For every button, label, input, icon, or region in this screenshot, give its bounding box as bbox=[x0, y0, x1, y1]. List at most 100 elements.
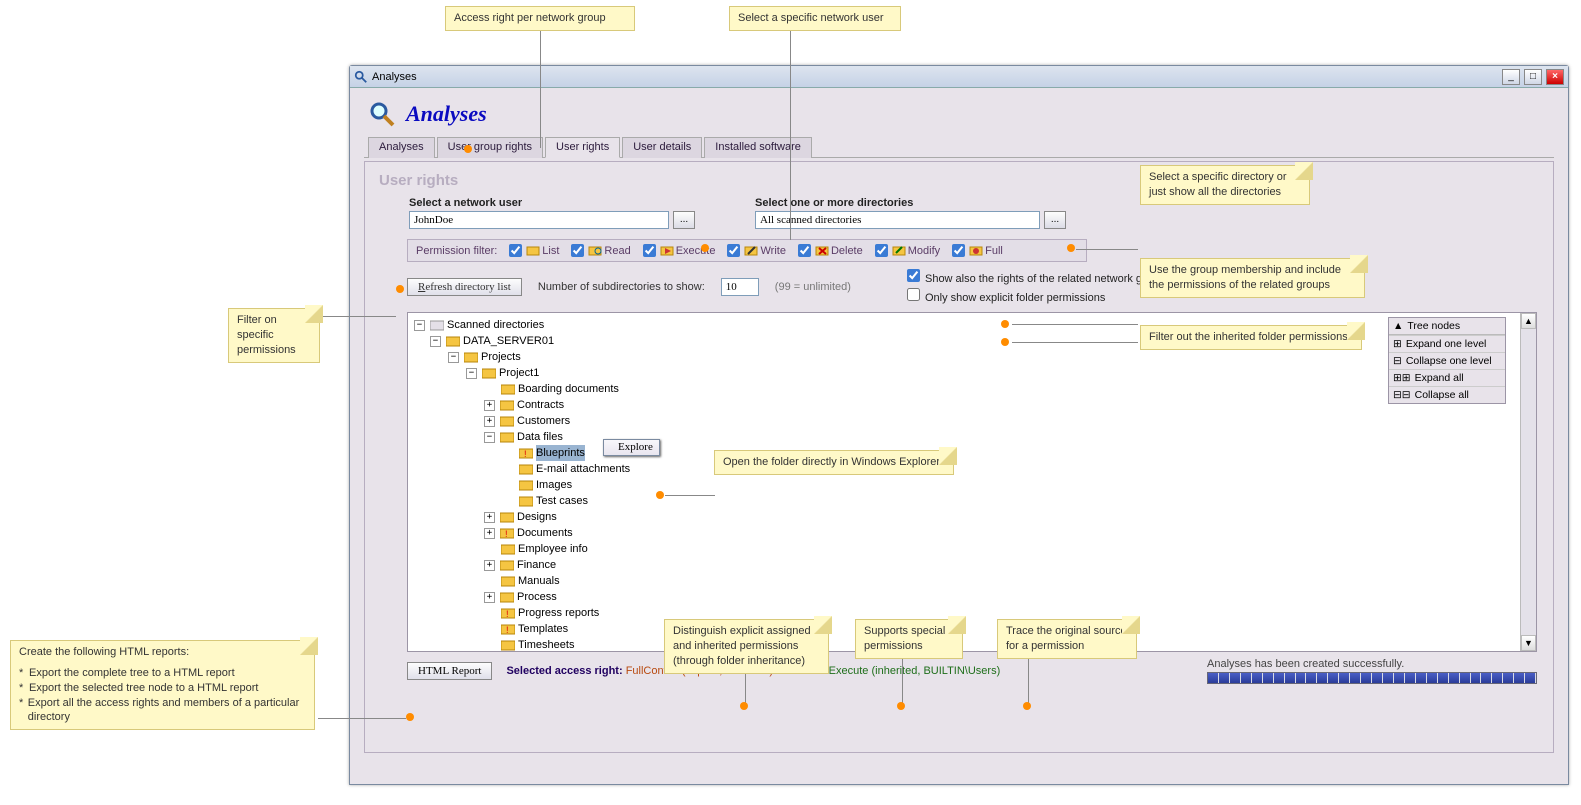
modify-icon bbox=[892, 244, 906, 257]
scroll-up-icon[interactable]: ▲ bbox=[1521, 313, 1536, 329]
tree-node-label[interactable]: Customers bbox=[517, 413, 570, 429]
expand-toggle[interactable]: − bbox=[484, 432, 495, 443]
browse-dirs-button[interactable]: ... bbox=[1044, 211, 1066, 229]
tab-user-rights[interactable]: User rights bbox=[545, 137, 620, 158]
expand-toggle[interactable]: + bbox=[484, 400, 495, 411]
directories-input[interactable] bbox=[755, 211, 1040, 229]
perm-list[interactable]: List bbox=[509, 244, 559, 257]
perm-delete[interactable]: Delete bbox=[798, 244, 863, 257]
expand-toggle[interactable]: + bbox=[484, 512, 495, 523]
folder-warn-icon: ! bbox=[501, 623, 515, 635]
tab-user-details[interactable]: User details bbox=[622, 137, 702, 158]
svg-text:!: ! bbox=[506, 609, 509, 619]
folder-icon bbox=[500, 415, 514, 427]
folder-icon bbox=[482, 367, 496, 379]
expand-one-level[interactable]: ⊞Expand one level bbox=[1389, 335, 1505, 352]
tree-node-label[interactable]: Templates bbox=[518, 621, 568, 637]
browse-user-button[interactable]: ... bbox=[673, 211, 695, 229]
tree-node-label[interactable]: E-mail attachments bbox=[536, 461, 630, 477]
svg-text:!: ! bbox=[505, 529, 508, 539]
folder-icon bbox=[446, 335, 460, 347]
progress-bar bbox=[1207, 672, 1537, 684]
callout-select-user: Select a specific network user bbox=[729, 6, 901, 31]
tree-node-label[interactable]: Project1 bbox=[499, 365, 539, 381]
marker bbox=[656, 491, 664, 499]
titlebar[interactable]: Analyses _ □ × bbox=[350, 66, 1568, 88]
folder-warn-icon: ! bbox=[501, 607, 515, 619]
tab-installed-software[interactable]: Installed software bbox=[704, 137, 812, 158]
expand-toggle[interactable]: + bbox=[484, 528, 495, 539]
tree-node-label[interactable]: Boarding documents bbox=[518, 381, 619, 397]
svg-text:!: ! bbox=[524, 449, 527, 459]
network-user-input[interactable] bbox=[409, 211, 669, 229]
tree-node-label[interactable]: Images bbox=[536, 477, 572, 493]
perm-write[interactable]: Write bbox=[727, 244, 785, 257]
folder-icon bbox=[519, 495, 533, 507]
expand-all[interactable]: ⊞⊞Expand all bbox=[1389, 369, 1505, 386]
tree-node-selected[interactable]: Blueprints bbox=[536, 445, 585, 461]
tree-node-label[interactable]: Employee info bbox=[518, 541, 588, 557]
chk-related-groups[interactable]: Show also the rights of the related netw… bbox=[907, 269, 1170, 285]
folder-warn-icon: ! bbox=[519, 447, 533, 459]
marker bbox=[701, 244, 709, 252]
scroll-down-icon[interactable]: ▼ bbox=[1521, 635, 1536, 651]
tree-node-label[interactable]: Designs bbox=[517, 509, 557, 525]
tree-node-label[interactable]: Scanned directories bbox=[447, 317, 544, 333]
expand-toggle[interactable]: + bbox=[484, 592, 495, 603]
tab-user-group-rights[interactable]: User group rights bbox=[437, 137, 543, 158]
subdirs-input[interactable] bbox=[721, 278, 759, 296]
marker bbox=[1001, 338, 1009, 346]
tab-strip: Analyses User group rights User rights U… bbox=[364, 136, 1554, 158]
expand-toggle[interactable]: − bbox=[466, 368, 477, 379]
folder-icon bbox=[501, 383, 515, 395]
tree-node-label[interactable]: Finance bbox=[517, 557, 556, 573]
expand-toggle[interactable]: + bbox=[484, 416, 495, 427]
callout-group-rights: Access right per network group bbox=[445, 6, 635, 31]
callout-filter-inherited: Filter out the inherited folder permissi… bbox=[1140, 325, 1362, 350]
html-report-button[interactable]: HTML Report bbox=[407, 662, 492, 680]
tree-node-label[interactable]: DATA_SERVER01 bbox=[463, 333, 554, 349]
expand-toggle[interactable]: + bbox=[484, 560, 495, 571]
tree-node-label[interactable]: Test cases bbox=[536, 493, 588, 509]
tree-node-label[interactable]: Contracts bbox=[517, 397, 564, 413]
magnifier-icon bbox=[368, 100, 396, 128]
callout-group-membership: Use the group membership and include the… bbox=[1140, 258, 1365, 298]
scrollbar[interactable]: ▲ ▼ bbox=[1520, 313, 1536, 651]
perm-modify[interactable]: Modify bbox=[875, 244, 940, 257]
marker bbox=[396, 285, 404, 293]
collapse-one-level[interactable]: ⊟Collapse one level bbox=[1389, 352, 1505, 369]
tree-node-label[interactable]: Progress reports bbox=[518, 605, 599, 621]
directory-tree[interactable]: −Scanned directories −DATA_SERVER01 −Pro… bbox=[407, 312, 1537, 652]
context-menu-explore[interactable]: Explore bbox=[603, 439, 660, 456]
collapse-all[interactable]: ⊟⊟Collapse all bbox=[1389, 386, 1505, 403]
permission-filter-bar: Permission filter: List Read Execute Wri… bbox=[407, 239, 1087, 262]
folder-icon bbox=[500, 559, 514, 571]
expand-toggle[interactable]: − bbox=[414, 320, 425, 331]
refresh-button[interactable]: RRefresh directory listefresh directory … bbox=[407, 278, 522, 296]
close-button[interactable]: × bbox=[1546, 69, 1564, 85]
tree-node-label[interactable]: Process bbox=[517, 589, 557, 605]
expand-toggle[interactable]: − bbox=[448, 352, 459, 363]
marker bbox=[1001, 320, 1009, 328]
chk-explicit-only[interactable]: Only show explicit folder permissions bbox=[907, 288, 1170, 304]
perm-read[interactable]: Read bbox=[571, 244, 630, 257]
tree-node-label[interactable]: Data files bbox=[517, 429, 563, 445]
maximize-button[interactable]: □ bbox=[1524, 69, 1542, 85]
tree-node-label[interactable]: Projects bbox=[481, 349, 521, 365]
read-icon bbox=[588, 244, 602, 257]
folder-icon bbox=[501, 575, 515, 587]
perm-full[interactable]: Full bbox=[952, 244, 1003, 257]
expand-toggle[interactable]: − bbox=[430, 336, 441, 347]
marker bbox=[406, 713, 414, 721]
tree-node-label[interactable]: Manuals bbox=[518, 573, 560, 589]
permission-filter-label: Permission filter: bbox=[416, 245, 497, 257]
tree-node-label[interactable]: Timesheets bbox=[518, 637, 574, 652]
analyses-window: Analyses _ □ × Analyses Analyses User gr… bbox=[349, 65, 1569, 785]
callout-distinguish: Distinguish explicit assigned and inheri… bbox=[664, 619, 829, 674]
tree-node-label[interactable]: Documents bbox=[517, 525, 573, 541]
magnifier-icon bbox=[354, 70, 368, 84]
tab-analyses[interactable]: Analyses bbox=[368, 137, 435, 158]
folder-icon bbox=[501, 543, 515, 555]
execute-icon bbox=[660, 244, 674, 257]
minimize-button[interactable]: _ bbox=[1502, 69, 1520, 85]
